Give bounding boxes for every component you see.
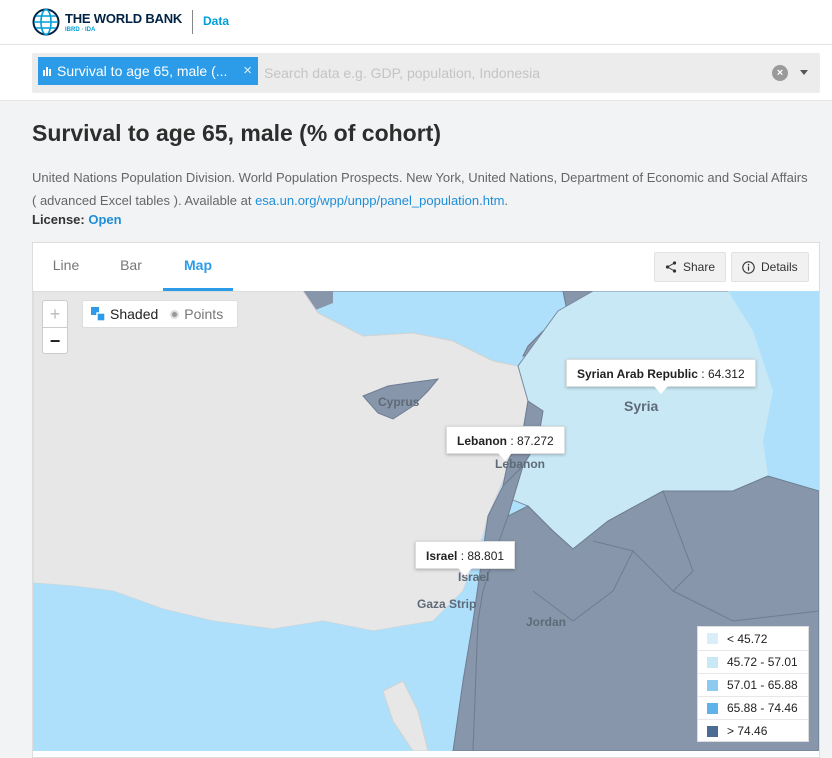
legend-label: < 45.72 bbox=[727, 631, 768, 646]
legend-item[interactable]: 65.88 - 74.46 bbox=[698, 696, 808, 719]
mode-points-label: Points bbox=[184, 306, 224, 322]
top-bar: THE WORLD BANK IBRD · IDA Data bbox=[0, 0, 832, 45]
search-box[interactable]: Survival to age 65, male (... × × bbox=[32, 53, 820, 93]
legend-swatch bbox=[707, 679, 718, 691]
tooltip-value: 88.801 bbox=[467, 549, 505, 563]
search-input[interactable] bbox=[264, 62, 724, 84]
license-open-link[interactable]: Open bbox=[88, 212, 121, 227]
license-label: License: bbox=[32, 212, 85, 227]
details-button[interactable]: Details bbox=[731, 252, 809, 282]
region-egypt-land bbox=[33, 291, 529, 632]
map-legend: < 45.72 45.72 - 57.01 57.01 - 65.88 65.8… bbox=[697, 626, 809, 742]
source-link[interactable]: esa.un.org/wpp/unpp/panel_population.htm bbox=[255, 193, 504, 208]
tooltip-country: Lebanon bbox=[457, 434, 507, 448]
info-icon bbox=[742, 260, 755, 274]
globe-icon bbox=[32, 8, 60, 36]
legend-item[interactable]: > 74.46 bbox=[698, 719, 808, 742]
legend-item[interactable]: 45.72 - 57.01 bbox=[698, 650, 808, 673]
tooltip-value: 87.272 bbox=[517, 434, 554, 448]
mode-shaded-option[interactable]: Shaded bbox=[83, 306, 158, 322]
tooltip-country: Syrian Arab Republic bbox=[577, 367, 698, 381]
share-button[interactable]: Share bbox=[654, 252, 727, 282]
source-end: . bbox=[504, 193, 509, 208]
tooltip-country: Israel bbox=[426, 549, 458, 563]
chevron-down-icon[interactable] bbox=[800, 70, 808, 75]
source-note: United Nations Population Division. Worl… bbox=[32, 166, 812, 212]
legend-item[interactable]: < 45.72 bbox=[698, 627, 808, 650]
tooltip-israel: Israel : 88.801 bbox=[415, 541, 516, 576]
tab-line[interactable]: Line bbox=[33, 243, 99, 291]
legend-label: > 74.46 bbox=[727, 724, 768, 738]
chip-label: Survival to age 65, male (... bbox=[57, 63, 228, 79]
zoom-in-button[interactable]: + bbox=[43, 301, 67, 327]
chart-panel: Line Bar Map Share Details + − Shaded Po… bbox=[32, 242, 820, 758]
world-bank-logo[interactable]: THE WORLD BANK IBRD · IDA bbox=[32, 8, 182, 36]
zoom-control: + − bbox=[42, 300, 68, 354]
points-icon bbox=[170, 309, 180, 319]
tooltip-lebanon: Lebanon : 87.272 bbox=[446, 426, 565, 461]
legend-label: 65.88 - 74.46 bbox=[727, 701, 798, 715]
chip-remove-icon[interactable]: × bbox=[243, 62, 252, 79]
tab-map[interactable]: Map bbox=[163, 243, 233, 291]
legend-swatch bbox=[707, 725, 718, 737]
legend-item[interactable]: 57.01 - 65.88 bbox=[698, 673, 808, 696]
legend-swatch bbox=[707, 702, 718, 714]
license-line: License: Open bbox=[32, 212, 122, 227]
legend-label: 57.01 - 65.88 bbox=[727, 678, 798, 692]
tooltip-value: 64.312 bbox=[707, 367, 745, 381]
zoom-out-button[interactable]: − bbox=[43, 327, 67, 353]
logo-divider bbox=[192, 10, 193, 34]
brand-title: THE WORLD BANK bbox=[65, 10, 183, 26]
country-label-syria: Syria bbox=[624, 398, 659, 414]
mode-points-option[interactable]: Points bbox=[158, 306, 223, 322]
details-label: Details bbox=[761, 260, 798, 274]
tooltip-syria: Syrian Arab Republic : 64.312 bbox=[566, 359, 756, 394]
share-label: Share bbox=[683, 260, 716, 274]
share-icon bbox=[665, 261, 677, 273]
legend-label: 45.72 - 57.01 bbox=[727, 655, 798, 669]
bar-chart-icon bbox=[43, 67, 51, 76]
country-label-gaza: Gaza Strip bbox=[417, 597, 477, 611]
search-band: Survival to age 65, male (... × × bbox=[0, 45, 832, 101]
tab-bar[interactable]: Bar bbox=[99, 243, 163, 291]
brand-subtitle: IBRD · IDA bbox=[65, 26, 96, 33]
page-title: Survival to age 65, male (% of cohort) bbox=[32, 120, 441, 146]
choropleth-map[interactable]: + − Shaded Points Cyprus Syria Lebanon I… bbox=[33, 291, 819, 751]
map-mode-toggle: Shaded Points bbox=[82, 300, 238, 328]
selected-indicator-chip[interactable]: Survival to age 65, male (... × bbox=[38, 57, 258, 85]
country-label-cyprus: Cyprus bbox=[378, 395, 420, 409]
data-section-link[interactable]: Data bbox=[203, 14, 229, 28]
legend-swatch bbox=[707, 633, 718, 644]
clear-search-icon[interactable]: × bbox=[772, 65, 788, 81]
country-label-jordan: Jordan bbox=[526, 615, 567, 629]
legend-swatch bbox=[707, 656, 718, 668]
shaded-icon bbox=[91, 307, 105, 321]
chart-tabs: Line Bar Map Share Details bbox=[33, 243, 819, 291]
mode-shaded-label: Shaded bbox=[110, 306, 159, 322]
